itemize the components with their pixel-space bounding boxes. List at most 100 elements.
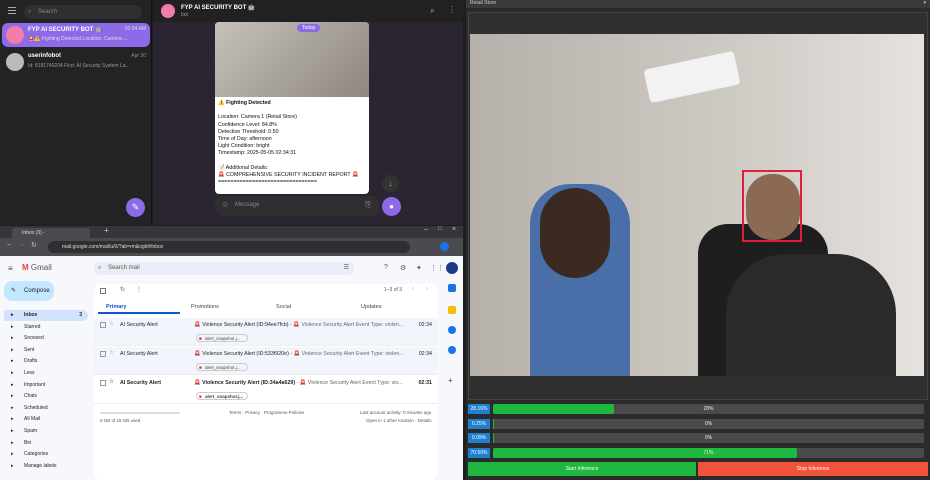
- search-icon: ⌕: [28, 9, 32, 15]
- message-line: Time of Day: afternoon: [218, 136, 272, 142]
- activity-details[interactable]: Open in 1 other location · Details: [366, 418, 432, 423]
- attachment-chip[interactable]: ■ alert_snapshot.j...: [196, 334, 248, 342]
- forward-icon[interactable]: →: [18, 241, 25, 248]
- gemini-icon[interactable]: ✦: [416, 264, 422, 272]
- minimize-icon[interactable]: –: [424, 226, 428, 233]
- menu-icon[interactable]: [8, 7, 16, 14]
- nav-icon: ▸: [11, 416, 14, 423]
- search-icon: ⌕: [98, 265, 102, 271]
- nav-item-less[interactable]: ▸ Less: [4, 368, 88, 379]
- chat-subtitle: bot: [181, 12, 188, 18]
- reload-icon[interactable]: ↻: [31, 241, 37, 249]
- nav-item-drafts[interactable]: ▸ Drafts: [4, 356, 88, 367]
- email-subject: 🚨 Violence Security Alert (ID:94ee7fcb): [194, 322, 289, 328]
- stop-inference-button[interactable]: Stop Inference: [698, 462, 928, 476]
- attachment-name: alert_snapshot.j...: [205, 394, 244, 399]
- telegram-search-input[interactable]: ⌕ Search: [24, 5, 142, 19]
- attachment-chip[interactable]: ■ alert_snapshot.j...: [196, 392, 248, 400]
- storage-text: 0 GB of 15 GB used: [100, 418, 141, 423]
- row-checkbox[interactable]: [100, 351, 106, 357]
- nav-item-inbox[interactable]: ▸ Inbox 3: [4, 310, 88, 321]
- account-avatar[interactable]: [446, 262, 458, 274]
- tab-promotions[interactable]: Promotions: [183, 300, 265, 314]
- star-icon[interactable]: ☆: [109, 379, 114, 385]
- filter-icon[interactable]: ☰: [344, 262, 349, 275]
- scroll-down-button[interactable]: ↓: [382, 175, 399, 192]
- stop-label: Stop Inference: [796, 466, 830, 472]
- nav-item-scheduled[interactable]: ▸ Scheduled: [4, 403, 88, 414]
- nav-item-chats[interactable]: ▸ Chats: [4, 391, 88, 402]
- contacts-icon[interactable]: [448, 346, 456, 354]
- browser-tabstrip: Inbox (3) - ai.fyp.082729@gm... + – □ ×: [0, 226, 463, 246]
- email-row[interactable]: ☆ AI Security Alert 🚨 Violence Security Al…: [94, 376, 438, 404]
- tab-updates[interactable]: Updates: [353, 300, 435, 314]
- nav-item-bin[interactable]: ▸ Bin: [4, 438, 88, 449]
- add-icon[interactable]: +: [448, 376, 453, 385]
- message-input[interactable]: ☺ Message ⎘: [215, 196, 379, 216]
- search-icon[interactable]: ⌕: [430, 5, 435, 16]
- apps-icon[interactable]: ⋮⋮: [430, 264, 444, 272]
- email-snippet: - 🚨 Violence Security Alert Event Type: …: [296, 380, 403, 386]
- nav-item-categories[interactable]: ▸ Categories: [4, 449, 88, 460]
- email-row[interactable]: ☆ AI Security Alert 🚨 Violence Security Al…: [94, 347, 438, 375]
- attachment-name: alert_snapshot.j...: [205, 336, 241, 341]
- title-bar: Retail Store ▾: [466, 0, 930, 8]
- maximize-icon[interactable]: □: [438, 226, 442, 232]
- nav-icon: ▸: [11, 439, 14, 446]
- nav-item-starred[interactable]: ▸ Starred: [4, 322, 88, 333]
- footer-links[interactable]: Terms · Privacy · Programme Policies: [229, 410, 304, 415]
- prev-page-icon[interactable]: ‹: [412, 286, 414, 292]
- calendar-icon[interactable]: [448, 284, 456, 292]
- next-page-icon[interactable]: ›: [426, 286, 428, 292]
- gmail-search-input[interactable]: ⌕ Search mail ☰: [94, 262, 354, 275]
- more-icon[interactable]: ⋮: [448, 5, 456, 14]
- new-tab-button[interactable]: +: [104, 226, 109, 235]
- star-icon[interactable]: ☆: [109, 350, 114, 356]
- compose-button[interactable]: ✎ Compose: [4, 281, 54, 301]
- address-bar[interactable]: mail.google.com/mail/u/0/?ab=rm&ogbl#inb…: [48, 241, 410, 253]
- more-icon[interactable]: ⋮: [136, 286, 142, 293]
- row-checkbox[interactable]: [100, 380, 106, 386]
- snapshot-image[interactable]: [215, 22, 369, 97]
- start-inference-button[interactable]: Start Inference: [468, 462, 696, 476]
- chat-item-fyp-bot[interactable]: FYP AI SECURITY BOT 🤖 🚨⚠️ Fighting Detec…: [2, 23, 150, 47]
- tab-primary[interactable]: Primary: [98, 300, 180, 314]
- nav-item-spam[interactable]: ▸ Spam: [4, 426, 88, 437]
- telegram-window: ⌕ Search FYP AI SECURITY BOT 🤖 🚨⚠️ Fighti…: [0, 0, 463, 225]
- nav-item-important[interactable]: ▸ Important: [4, 380, 88, 391]
- emoji-icon[interactable]: ☺: [221, 200, 229, 209]
- email-summary: 🚨 Violence Security Alert (ID:34a4a629) …: [194, 380, 403, 386]
- new-message-button[interactable]: ✎: [126, 198, 145, 217]
- nav-icon: ▸: [11, 312, 14, 318]
- nav-item-snoozed[interactable]: ▸ Snoozed: [4, 333, 88, 344]
- start-label: Start Inference: [565, 466, 599, 472]
- settings-icon[interactable]: ⚙: [400, 264, 406, 272]
- row-checkbox[interactable]: [100, 322, 106, 328]
- back-icon[interactable]: ←: [6, 241, 13, 248]
- select-all-checkbox[interactable]: [100, 288, 106, 294]
- nav-icon: ▸: [11, 393, 14, 400]
- tab-gmail[interactable]: Inbox (3) - ai.fyp.082729@gm...: [12, 228, 90, 246]
- tab-social[interactable]: Social: [268, 300, 350, 314]
- nav-item-sent[interactable]: ▸ Sent: [4, 345, 88, 356]
- attach-icon[interactable]: ⎘: [365, 200, 371, 210]
- nav-item-all-mail[interactable]: ▸ All Mail: [4, 414, 88, 425]
- attachment-chip[interactable]: ■ alert_snapshot.j...: [196, 363, 248, 371]
- attachment-name: alert_snapshot.j...: [205, 365, 241, 370]
- chat-header: FYP AI SECURITY BOT 🤖 bot ⌕ ⋮: [153, 0, 463, 22]
- help-icon[interactable]: ?: [384, 264, 388, 271]
- star-icon[interactable]: ☆: [109, 321, 114, 327]
- chat-item-userinfobot[interactable]: userinfobot Id: 8191740204 First: AI Sec…: [2, 50, 150, 74]
- menu-icon[interactable]: ≡: [8, 264, 13, 273]
- voice-button[interactable]: ●: [382, 197, 401, 216]
- tasks-icon[interactable]: [448, 326, 456, 334]
- nav-label: Manage labels: [24, 462, 57, 469]
- dropdown-icon[interactable]: ▾: [923, 0, 926, 6]
- keep-icon[interactable]: [448, 306, 456, 314]
- email-row[interactable]: ☆ AI Security Alert 🚨 Violence Security Al…: [94, 318, 438, 346]
- nav-item-manage-labels[interactable]: ▸ Manage labels: [4, 461, 88, 472]
- refresh-icon[interactable]: ↻: [120, 286, 125, 293]
- profile-avatar[interactable]: [440, 242, 449, 251]
- close-icon[interactable]: ×: [452, 226, 456, 233]
- nav-label: All Mail: [24, 416, 41, 423]
